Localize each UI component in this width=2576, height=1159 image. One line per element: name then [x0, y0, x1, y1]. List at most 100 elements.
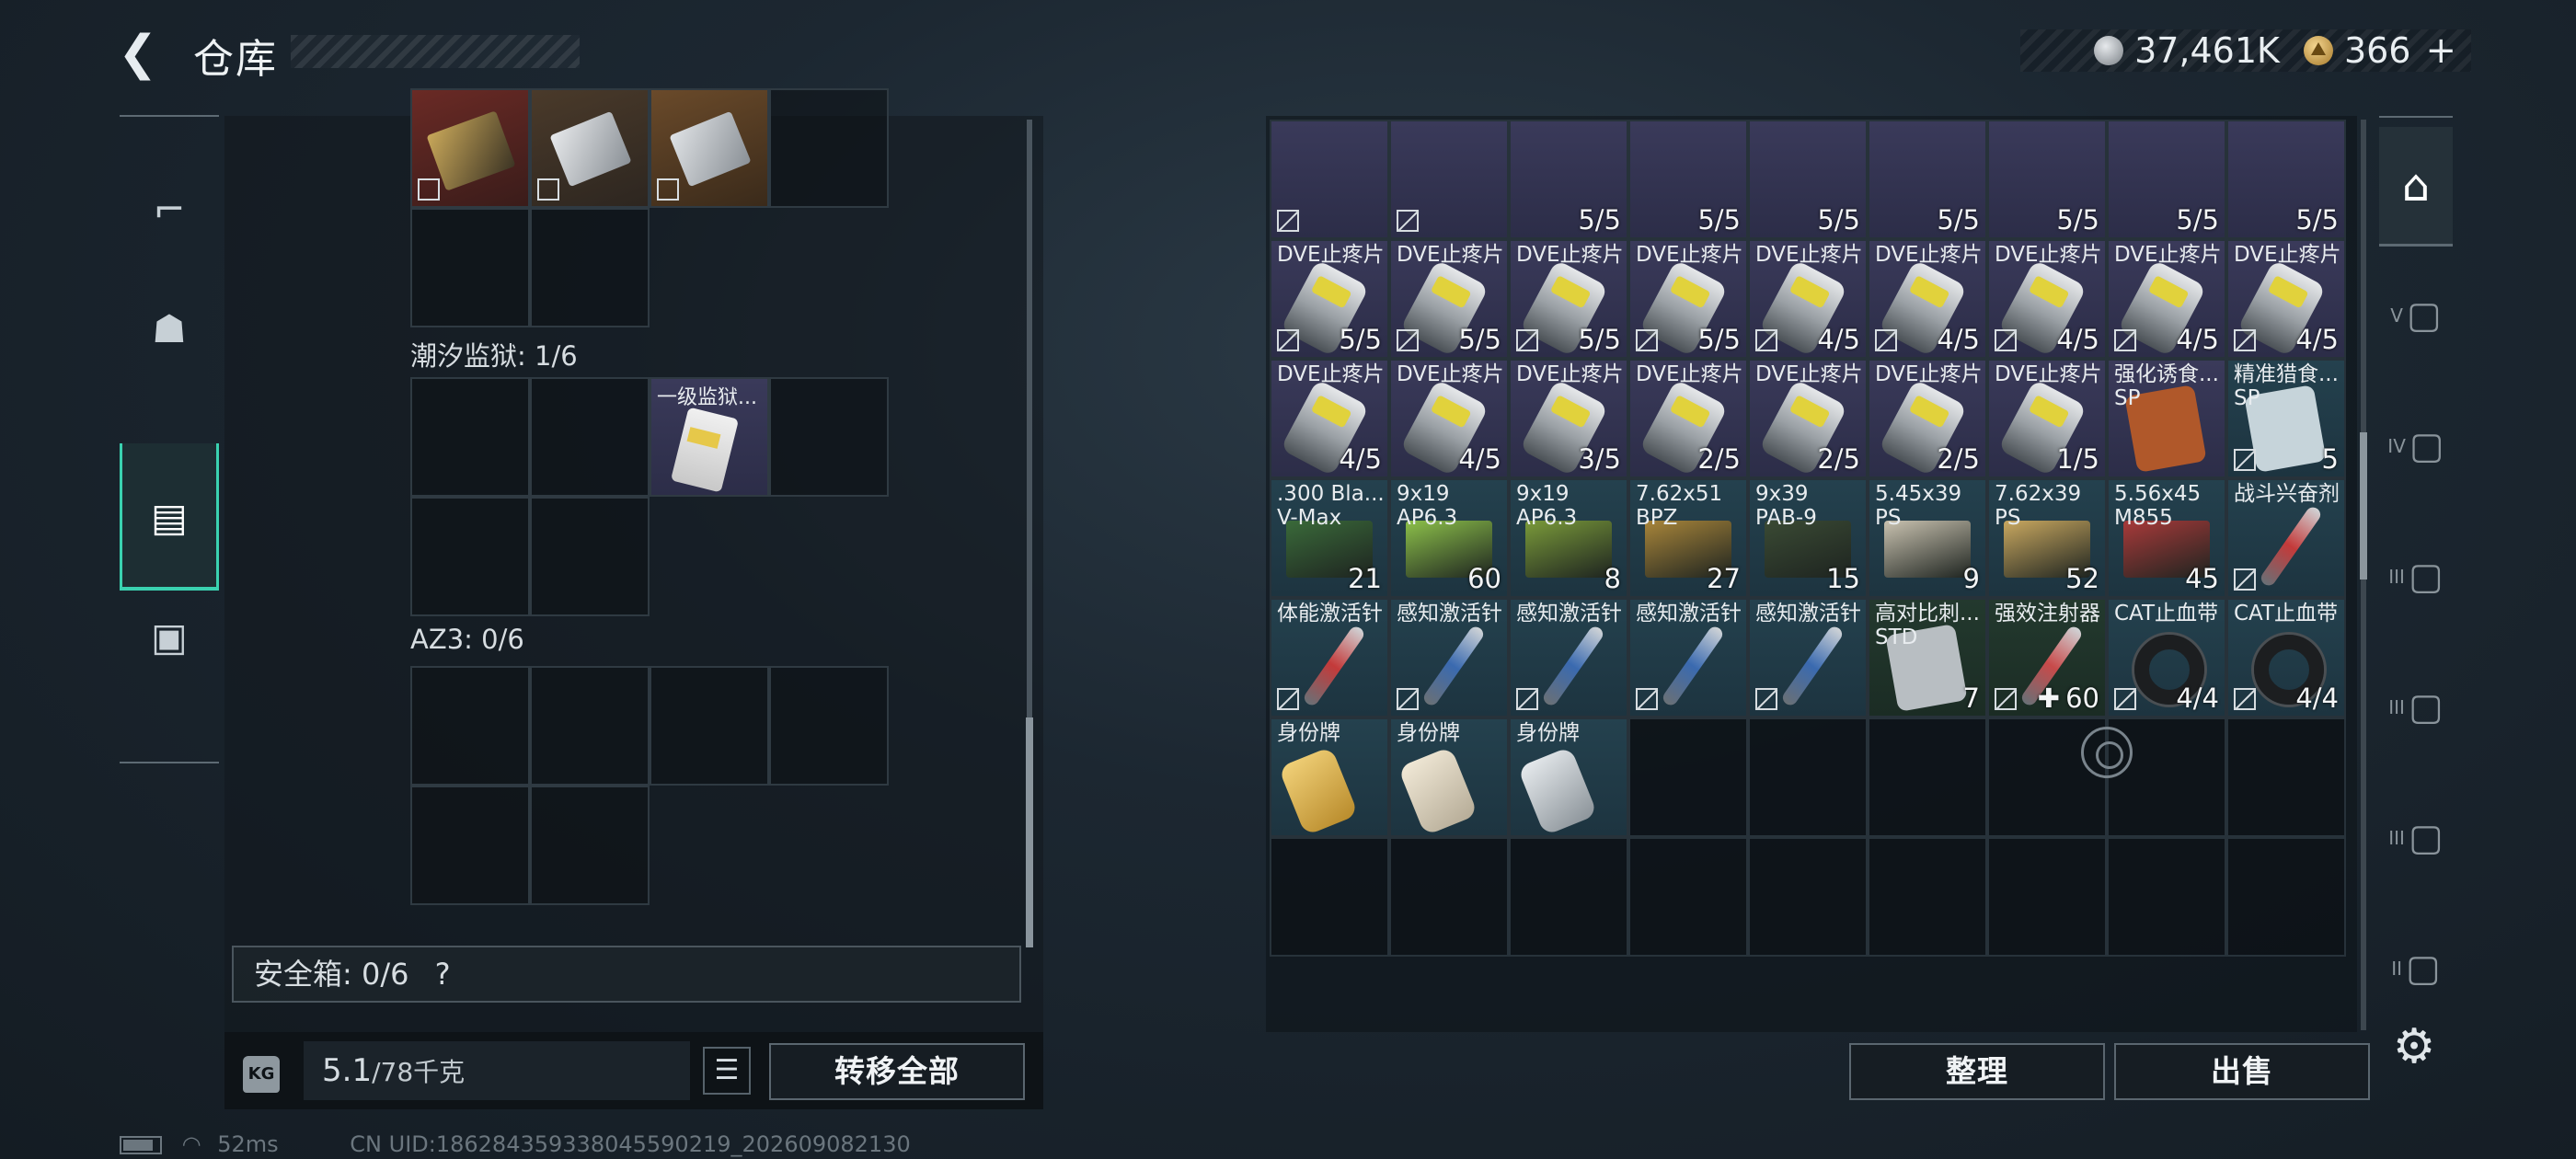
painkiller-item[interactable]: 5/5	[1987, 120, 2107, 239]
empty-slot[interactable]	[1987, 837, 2107, 957]
toolbox-icon[interactable]: ▣	[120, 563, 219, 710]
empty-slot[interactable]	[1628, 837, 1748, 957]
dog-tag-item[interactable]: 身份牌	[1509, 717, 1628, 837]
ammo-item[interactable]: 9x19 AP6.3 8	[1509, 478, 1628, 598]
painkiller-item[interactable]: DVE止疼片 2/5	[1748, 359, 1868, 478]
empty-slot[interactable]	[1748, 837, 1868, 957]
painkiller-item[interactable]: DVE止疼片 4/5	[2107, 239, 2226, 359]
empty-slot[interactable]	[769, 377, 889, 497]
empty-slot[interactable]	[410, 786, 530, 905]
painkiller-item[interactable]	[1389, 120, 1509, 239]
empty-slot[interactable]	[530, 377, 650, 497]
painkiller-item[interactable]: DVE止疼片 4/5	[1868, 239, 1987, 359]
painkiller-item[interactable]: DVE止疼片 5/5	[1389, 239, 1509, 359]
empty-slot[interactable]	[1509, 837, 1628, 957]
list-view-button[interactable]: ☰	[703, 1047, 751, 1095]
empty-slot[interactable]	[1389, 837, 1509, 957]
empty-slot[interactable]	[2226, 837, 2346, 957]
container-iii-icon[interactable]: III ▢	[2379, 648, 2453, 767]
ammo-item[interactable]: 5.45x39 PS 9	[1868, 478, 1987, 598]
empty-slot[interactable]	[2226, 717, 2346, 837]
painkiller-item[interactable]: DVE止疼片 5/5	[1628, 239, 1748, 359]
injector-item[interactable]: 感知激活针	[1389, 598, 1509, 717]
painkiller-item[interactable]: DVE止疼片 4/5	[1748, 239, 1868, 359]
dog-tag-item[interactable]: 身份牌	[1389, 717, 1509, 837]
injector-item[interactable]: 体能激活针	[1270, 598, 1389, 717]
stash-scroll-thumb[interactable]	[2360, 432, 2367, 580]
empty-slot[interactable]	[530, 497, 650, 616]
sell-button[interactable]: 出售	[2114, 1043, 2370, 1100]
add-currency-button[interactable]: +	[2425, 29, 2456, 72]
item-slot[interactable]	[410, 88, 530, 208]
syringe-item[interactable]: 强效注射器 ✚ 60	[1987, 598, 2107, 717]
container-iv-icon[interactable]: IV ▢	[2379, 386, 2453, 506]
stimulant-item[interactable]: 战斗兴奋剂	[2226, 478, 2346, 598]
painkiller-item[interactable]: 5/5	[1509, 120, 1628, 239]
painkiller-item[interactable]: 5/5	[2107, 120, 2226, 239]
painkiller-item[interactable]: 5/5	[2226, 120, 2346, 239]
empty-slot[interactable]	[410, 208, 530, 327]
empty-slot[interactable]	[1270, 837, 1389, 957]
empty-slot[interactable]	[769, 88, 889, 208]
painkiller-item[interactable]: DVE止疼片 4/5	[2226, 239, 2346, 359]
dog-tag-item[interactable]: 身份牌	[1270, 717, 1389, 837]
loadout-scroll-thumb[interactable]	[1026, 717, 1033, 947]
painkiller-item[interactable]: DVE止疼片 5/5	[1509, 239, 1628, 359]
empty-slot[interactable]	[769, 666, 889, 786]
item-slot[interactable]	[650, 88, 769, 208]
injector-item[interactable]: 感知激活针	[1748, 598, 1868, 717]
ammo-item[interactable]: 9x19 AP6.3 60	[1389, 478, 1509, 598]
bait-item[interactable]: 精准猎食... SP 5	[2226, 359, 2346, 478]
painkiller-item[interactable]	[1270, 120, 1389, 239]
injector-item[interactable]: 感知激活针	[1509, 598, 1628, 717]
ammo-item[interactable]: 7.62x51 BPZ 27	[1628, 478, 1748, 598]
help-icon[interactable]: ?	[435, 957, 451, 992]
empty-slot[interactable]	[1628, 717, 1748, 837]
empty-slot[interactable]	[410, 377, 530, 497]
empty-slot[interactable]	[410, 497, 530, 616]
painkiller-item[interactable]: 5/5	[1748, 120, 1868, 239]
empty-slot[interactable]	[1748, 717, 1868, 837]
container-iii-icon[interactable]: III ▢	[2379, 517, 2453, 637]
container-ii-icon[interactable]: II ▢	[2379, 909, 2453, 1028]
empty-slot[interactable]	[1868, 717, 1987, 837]
painkiller-item[interactable]: DVE止疼片 3/5	[1509, 359, 1628, 478]
vest-icon[interactable]: ☗	[120, 255, 219, 402]
bait-item[interactable]: 强化诱食... SP	[2107, 359, 2226, 478]
painkiller-item[interactable]: DVE止疼片 5/5	[1270, 239, 1389, 359]
painkiller-item[interactable]: DVE止疼片 4/5	[1987, 239, 2107, 359]
back-arrow-icon[interactable]: ❮	[118, 28, 164, 79]
ammo-item[interactable]: 7.62x39 PS 52	[1987, 478, 2107, 598]
empty-slot[interactable]	[2107, 837, 2226, 957]
transfer-all-button[interactable]: 转移全部	[769, 1043, 1025, 1100]
sort-button[interactable]: 整理	[1849, 1043, 2105, 1100]
painkiller-item[interactable]: DVE止疼片 4/5	[1389, 359, 1509, 478]
empty-slot[interactable]	[410, 666, 530, 786]
safe-box-bar[interactable]: 安全箱: 0/6 ?	[232, 946, 1021, 1003]
bag-container-icon[interactable]: ⌂	[2379, 127, 2453, 247]
tourniquet-item[interactable]: CAT止血带 4/4	[2107, 598, 2226, 717]
empty-slot[interactable]	[530, 208, 650, 327]
empty-slot[interactable]	[530, 786, 650, 905]
injector-item[interactable]: 感知激活针	[1628, 598, 1748, 717]
painkiller-item[interactable]: DVE止疼片 2/5	[1868, 359, 1987, 478]
painkiller-item[interactable]: DVE止疼片 1/5	[1987, 359, 2107, 478]
empty-slot[interactable]	[650, 666, 769, 786]
empty-slot[interactable]	[530, 666, 650, 786]
painkiller-item[interactable]: 5/5	[1868, 120, 1987, 239]
item-count: 45	[2185, 563, 2219, 594]
ammo-item[interactable]: .300 Bla... V-Max 21	[1270, 478, 1389, 598]
tourniquet-item[interactable]: CAT止血带 4/4	[2226, 598, 2346, 717]
painkiller-item[interactable]: DVE止疼片 4/5	[1270, 359, 1389, 478]
ammo-item[interactable]: 9x39 PAB-9 15	[1748, 478, 1868, 598]
painkiller-item[interactable]: 5/5	[1628, 120, 1748, 239]
item-slot[interactable]	[530, 88, 650, 208]
prison-keycard-item[interactable]: 一级监狱...	[650, 377, 769, 497]
empty-slot[interactable]	[1868, 837, 1987, 957]
lure-item[interactable]: 高对比刺... STD 7	[1868, 598, 1987, 717]
painkiller-item[interactable]: DVE止疼片 2/5	[1628, 359, 1748, 478]
ammo-item[interactable]: 5.56x45 M855 45	[2107, 478, 2226, 598]
container-iii-icon[interactable]: III ▢	[2379, 778, 2453, 898]
settings-gear-icon[interactable]: ⚙	[2388, 1021, 2440, 1073]
container-v-icon[interactable]: V ▢	[2379, 256, 2453, 375]
